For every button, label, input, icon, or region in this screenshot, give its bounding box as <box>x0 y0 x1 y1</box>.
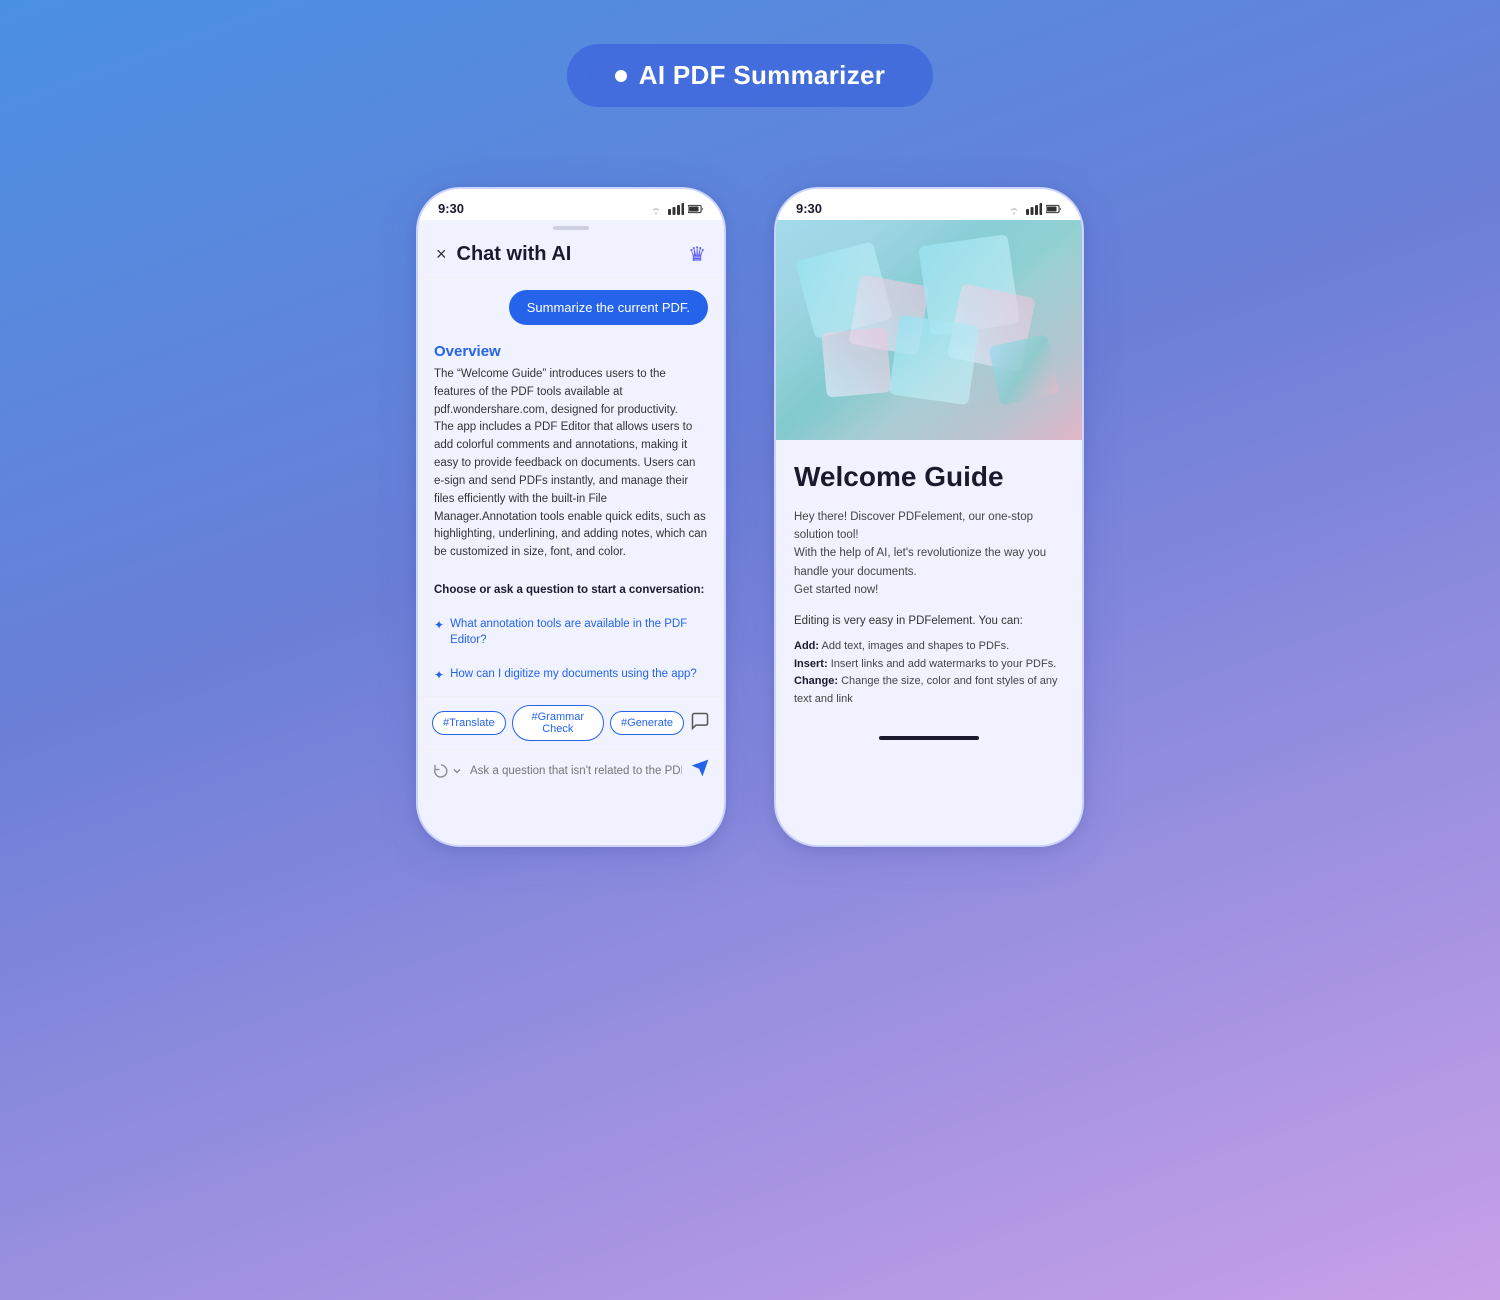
close-icon[interactable]: × <box>436 244 447 265</box>
tag-translate[interactable]: #Translate <box>432 711 506 735</box>
pdf-intro: Hey there! Discover PDFelement, our one-… <box>794 508 1064 600</box>
chevron-down-icon <box>452 766 462 776</box>
pdf-section-title: Editing is very easy in PDFelement. You … <box>794 612 1064 630</box>
pdf-change-label: Change: <box>794 675 838 687</box>
pdf-insert-text: Insert links and add watermarks to your … <box>831 658 1057 670</box>
chat-header-left: × Chat with AI <box>436 243 571 266</box>
pdf-hero-image <box>776 220 1082 440</box>
tag-generate[interactable]: #Generate <box>610 711 684 735</box>
glass-blocks <box>776 220 1082 440</box>
signal-icon <box>668 203 684 215</box>
battery-icon-right <box>1046 203 1062 215</box>
left-phone: 9:30 <box>416 187 726 847</box>
signal-icon-right <box>1026 203 1042 215</box>
refresh-icon <box>432 762 450 780</box>
header-pill: AI PDF Summarizer <box>567 44 933 107</box>
pdf-list-item-1: Add: Add text, images and shapes to PDFs… <box>794 638 1064 656</box>
left-phone-content: × Chat with AI ♛ Summarize the current P… <box>418 230 724 797</box>
right-status-icons <box>1006 203 1062 215</box>
overview-text: The “Welcome Guide” introduces users to … <box>434 366 708 562</box>
header-dot <box>615 70 627 82</box>
battery-icon <box>688 203 704 215</box>
pdf-list-item-2: Insert: Insert links and add watermarks … <box>794 656 1064 674</box>
phones-container: 9:30 <box>416 187 1084 847</box>
left-time: 9:30 <box>438 201 464 216</box>
suggestion-2-text: How can I digitize my documents using th… <box>450 666 697 682</box>
app-title: AI PDF Summarizer <box>639 60 885 91</box>
send-icon[interactable] <box>690 758 710 783</box>
right-phone: 9:30 <box>774 187 1084 847</box>
overview-section: Overview The “Welcome Guide” introduces … <box>434 339 708 562</box>
wifi-icon <box>648 203 664 215</box>
suggestion-1-text: What annotation tools are available in t… <box>450 616 708 648</box>
right-time: 9:30 <box>796 201 822 216</box>
left-status-icons <box>648 203 704 215</box>
pdf-list-item-3: Change: Change the size, color and font … <box>794 673 1064 708</box>
suggestion-1[interactable]: ✦ What annotation tools are available in… <box>434 616 708 648</box>
summarize-button[interactable]: Summarize the current PDF. <box>509 290 708 325</box>
pdf-add-text: Add text, images and shapes to PDFs. <box>822 640 1010 652</box>
message-icon-btn[interactable] <box>690 711 710 736</box>
home-indicator-right <box>879 736 979 740</box>
crown-icon[interactable]: ♛ <box>688 242 706 267</box>
pdf-add-label: Add: <box>794 640 819 652</box>
chat-header: × Chat with AI ♛ <box>418 230 724 278</box>
glass-blocks-svg <box>776 220 1082 440</box>
input-row <box>418 749 724 797</box>
left-status-bar: 9:30 <box>418 189 724 220</box>
pdf-insert-label: Insert: <box>794 658 828 670</box>
tag-row: #Translate #Grammar Check #Generate <box>418 696 724 749</box>
suggestion-2[interactable]: ✦ How can I digitize my documents using … <box>434 666 708 684</box>
pdf-main-title: Welcome Guide <box>794 460 1064 494</box>
overview-title: Overview <box>434 343 708 360</box>
wifi-icon-right <box>1006 203 1022 215</box>
input-left-icon[interactable] <box>432 762 462 780</box>
conversation-prompt: Choose or ask a question to start a conv… <box>434 582 708 598</box>
right-status-bar: 9:30 <box>776 189 1082 220</box>
pdf-text-content: Welcome Guide Hey there! Discover PDFele… <box>776 440 1082 728</box>
chat-input[interactable] <box>470 765 682 777</box>
sparkle-icon-1: ✦ <box>434 617 444 634</box>
sparkle-icon-2: ✦ <box>434 667 444 684</box>
right-phone-content: Welcome Guide Hey there! Discover PDFele… <box>776 220 1082 728</box>
tag-grammar[interactable]: #Grammar Check <box>512 705 604 741</box>
chat-body: Summarize the current PDF. Overview The … <box>418 278 724 696</box>
chat-title: Chat with AI <box>457 243 572 266</box>
